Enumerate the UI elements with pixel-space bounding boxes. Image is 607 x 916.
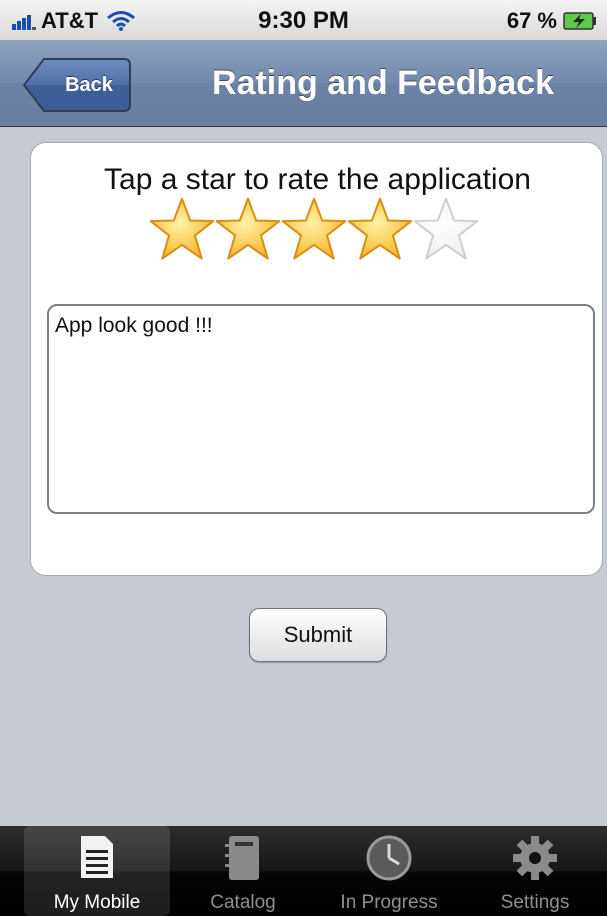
status-right: 67 % (507, 8, 597, 34)
notebook-icon (225, 836, 259, 880)
back-button-label: Back (65, 74, 113, 96)
star-filled-icon[interactable] (214, 196, 282, 264)
feedback-input[interactable]: App look good !!! (47, 304, 595, 514)
rating-instruction: Tap a star to rate the application (104, 163, 531, 196)
tab-label: Catalog (210, 892, 276, 913)
tab-settings[interactable]: Settings (462, 826, 607, 916)
tab-label: In Progress (340, 892, 438, 913)
tab-label: My Mobile (53, 892, 141, 913)
status-bar: AT&T 9:30 PM 67 % (0, 0, 607, 40)
tab-bar: My Mobile Catalog In Progress Settings (0, 826, 607, 916)
clock-icon (366, 835, 412, 881)
navigation-bar: Back Rating and Feedback (0, 40, 607, 127)
tab-catalog[interactable]: Catalog (170, 826, 316, 916)
battery-percent: 67 % (506, 8, 557, 33)
document-list-icon (81, 836, 113, 878)
star-filled-icon[interactable] (346, 196, 414, 264)
back-button[interactable]: Back (22, 57, 132, 113)
gear-icon (513, 836, 557, 880)
battery-charging-icon (563, 12, 596, 30)
tab-my-mobile[interactable]: My Mobile (24, 826, 170, 916)
star-rating (148, 196, 480, 264)
tab-label: Settings (500, 892, 570, 913)
star-filled-icon[interactable] (280, 196, 348, 264)
page-title: Rating and Feedback (212, 64, 554, 102)
star-empty-icon[interactable] (412, 196, 480, 264)
tab-in-progress[interactable]: In Progress (316, 826, 462, 916)
submit-button[interactable]: Submit (249, 608, 387, 662)
star-filled-icon[interactable] (148, 196, 216, 264)
